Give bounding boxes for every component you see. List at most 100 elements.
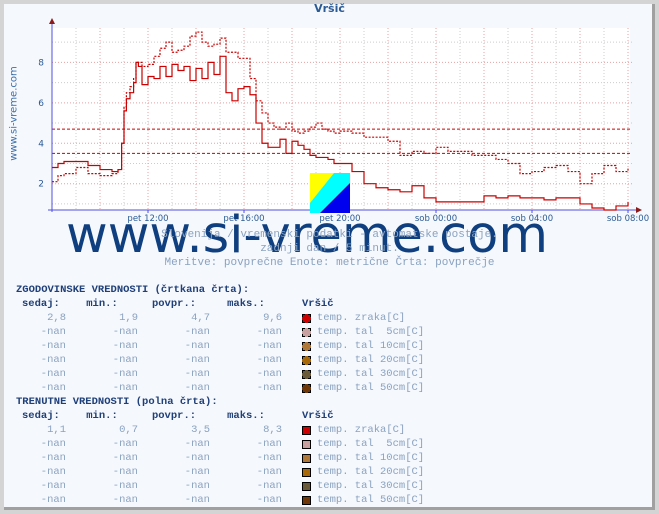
value-sedaj: -nan xyxy=(40,480,66,492)
value-sedaj: -nan xyxy=(40,368,66,380)
y-tick-label: 4 xyxy=(38,139,44,149)
series-legend: temp. tal 10cm[C] xyxy=(302,339,424,353)
value-min: -nan xyxy=(112,452,138,464)
table-row: -nan -nan -nan -nan temp. tal 5cm[C] xyxy=(16,437,424,451)
value-sedaj: -nan xyxy=(40,340,66,352)
value-min: -nan xyxy=(112,340,138,352)
historical-section: ZGODOVINSKE VREDNOSTI (črtkana črta): se… xyxy=(16,283,424,395)
historical-header-row: sedaj: min.: povpr.: maks.: Vršič xyxy=(16,297,424,311)
value-maks: -nan xyxy=(256,368,282,380)
legend-swatch xyxy=(302,439,311,449)
series-legend: temp. tal 50cm[C] xyxy=(302,493,424,507)
legend-swatch xyxy=(302,467,311,477)
value-povpr: -nan xyxy=(184,340,210,352)
value-sedaj: -nan xyxy=(40,466,66,478)
line-chart: 2468pet 12:00 pet 16:00 pet 20:00 sob 00:00… xyxy=(38,18,649,224)
value-min: -nan xyxy=(112,368,138,380)
series-name: temp. tal 20cm[C] xyxy=(317,354,425,366)
value-povpr: -nan xyxy=(184,326,210,338)
table-row: 2,8 1,9 4,7 9,6 temp. zraka[C] xyxy=(16,311,424,325)
y-axis-arrow xyxy=(49,18,55,24)
value-sedaj: 1,1 xyxy=(47,424,66,436)
value-maks: -nan xyxy=(256,340,282,352)
legend-swatch xyxy=(302,341,311,351)
series-name: temp. tal 10cm[C] xyxy=(317,340,425,352)
value-sedaj: -nan xyxy=(40,354,66,366)
header-station: Vršič xyxy=(302,410,334,422)
value-maks: -nan xyxy=(256,494,282,506)
value-sedaj: -nan xyxy=(40,452,66,464)
table-row: 1,1 0,7 3,5 8,3 temp. zraka[C] xyxy=(16,423,424,437)
value-maks: 9,6 xyxy=(263,312,282,324)
series-name: temp. tal 50cm[C] xyxy=(317,494,425,506)
header-min: min.: xyxy=(86,410,118,422)
value-povpr: 4,7 xyxy=(191,312,210,324)
value-sedaj: -nan xyxy=(40,326,66,338)
info-line-settings: Meritve: povprečne Enote: metrične Črta:… xyxy=(164,257,495,269)
value-maks: 8,3 xyxy=(263,424,282,436)
legend-swatch xyxy=(302,425,311,435)
table-row: -nan -nan -nan -nan temp. tal 10cm[C] xyxy=(16,339,424,353)
series-name: temp. tal 10cm[C] xyxy=(317,452,425,464)
value-min: -nan xyxy=(112,354,138,366)
value-sedaj: 2,8 xyxy=(47,312,66,324)
series-legend: temp. zraka[C] xyxy=(302,311,405,325)
x-axis-arrow xyxy=(636,207,642,213)
value-min: -nan xyxy=(112,480,138,492)
value-maks: -nan xyxy=(256,326,282,338)
series-name: temp. tal 50cm[C] xyxy=(317,382,425,394)
series-name: temp. tal 5cm[C] xyxy=(317,438,425,450)
legend-swatch xyxy=(302,369,311,379)
value-min: 0,7 xyxy=(119,424,138,436)
legend-swatch xyxy=(302,383,311,393)
legend-swatch xyxy=(302,495,311,505)
series-legend: temp. tal 50cm[C] xyxy=(302,381,424,395)
x-tick-label: sob 08:00 xyxy=(607,214,649,224)
legend-swatch xyxy=(302,327,311,337)
table-row: -nan -nan -nan -nan temp. tal 20cm[C] xyxy=(16,465,424,479)
header-povpr: povpr.: xyxy=(151,410,197,422)
header-maks: maks.: xyxy=(227,298,265,310)
table-row: -nan -nan -nan -nan temp. tal 20cm[C] xyxy=(16,353,424,367)
header-sedaj: sedaj: xyxy=(22,298,60,310)
table-row: -nan -nan -nan -nan temp. tal 10cm[C] xyxy=(16,451,424,465)
y-tick-label: 8 xyxy=(38,58,44,68)
series-name: temp. tal 30cm[C] xyxy=(317,480,425,492)
value-povpr: -nan xyxy=(184,480,210,492)
value-maks: -nan xyxy=(256,438,282,450)
value-maks: -nan xyxy=(256,480,282,492)
stats-tables: ZGODOVINSKE VREDNOSTI (črtkana črta): se… xyxy=(16,283,424,507)
value-sedaj: -nan xyxy=(40,494,66,506)
legend-swatch xyxy=(302,355,311,365)
series-legend: temp. tal 10cm[C] xyxy=(302,451,424,465)
info-line-source: Slovenija / vremenski podatki - avtomats… xyxy=(161,229,498,241)
value-min: -nan xyxy=(112,494,138,506)
header-sedaj: sedaj: xyxy=(22,410,60,422)
info-line-period: zadnji dan / 5 minut. xyxy=(260,243,399,255)
value-povpr: 3,5 xyxy=(191,424,210,436)
value-povpr: -nan xyxy=(184,452,210,464)
value-min: -nan xyxy=(112,382,138,394)
table-row: -nan -nan -nan -nan temp. tal 30cm[C] xyxy=(16,479,424,493)
value-maks: -nan xyxy=(256,354,282,366)
header-maks: maks.: xyxy=(227,410,265,422)
series-legend: temp. tal 30cm[C] xyxy=(302,367,424,381)
value-maks: -nan xyxy=(256,466,282,478)
series-legend: temp. tal 30cm[C] xyxy=(302,479,424,493)
y-tick-label: 6 xyxy=(38,99,44,109)
current-section: TRENUTNE VREDNOSTI (polna črta): sedaj: … xyxy=(16,395,424,507)
current-header-row: sedaj: min.: povpr.: maks.: Vršič xyxy=(16,409,424,423)
value-maks: -nan xyxy=(256,382,282,394)
header-min: min.: xyxy=(86,298,118,310)
series-legend: temp. tal 20cm[C] xyxy=(302,465,424,479)
series-name: temp. zraka[C] xyxy=(317,424,406,436)
value-min: -nan xyxy=(112,438,138,450)
series-name: temp. tal 30cm[C] xyxy=(317,368,425,380)
header-povpr: povpr.: xyxy=(151,298,197,310)
legend-swatch xyxy=(302,453,311,463)
value-povpr: -nan xyxy=(184,466,210,478)
value-povpr: -nan xyxy=(184,354,210,366)
value-maks: -nan xyxy=(256,452,282,464)
value-min: 1,9 xyxy=(119,312,138,324)
series-name: temp. tal 20cm[C] xyxy=(317,466,425,478)
